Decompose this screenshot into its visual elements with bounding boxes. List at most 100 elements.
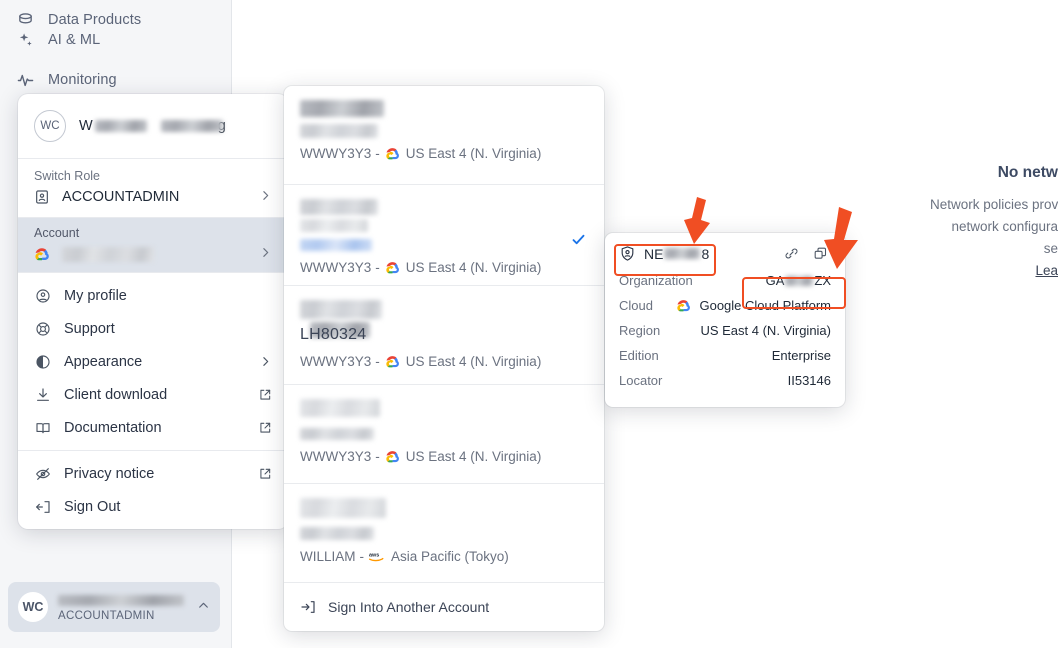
check-icon: [571, 232, 586, 252]
account-region: US East 4 (N. Virginia): [405, 260, 542, 275]
menu-item-label: Appearance: [64, 353, 143, 370]
account-org: WILLIAM: [300, 549, 356, 564]
switch-role-section[interactable]: Switch Role ACCOUNTADMIN: [18, 159, 288, 217]
account-org: WWWY3Y3: [300, 449, 372, 464]
account-meta: WILLIAM - aws Asia Pacific (Tokyo): [300, 549, 588, 564]
sidebar-item-ai-ml[interactable]: AI & ML: [0, 20, 232, 60]
menu-item-appearance[interactable]: Appearance: [18, 345, 288, 378]
sidebar-item-label: AI & ML: [48, 32, 101, 48]
book-icon: [34, 420, 52, 436]
avatar: WC: [18, 592, 48, 622]
menu-item-label: My profile: [64, 287, 127, 304]
separator: -: [359, 549, 365, 564]
separator: -: [375, 354, 380, 369]
empty-state-title: No netw: [997, 164, 1058, 181]
menu-item-documentation[interactable]: Documentation: [18, 411, 288, 444]
org-suffix: ZX: [814, 273, 831, 288]
chevron-right-icon[interactable]: [259, 355, 272, 368]
menu-item-support[interactable]: Support: [18, 312, 288, 345]
chevron-right-icon[interactable]: [259, 189, 272, 205]
account-section[interactable]: Account: [18, 218, 288, 272]
menu-item-label: Documentation: [64, 419, 162, 436]
detail-row-locator: Locator II53146: [619, 368, 831, 393]
account-list-item[interactable]: LH80324 WWWY3Y3 - US East 4 (N. Virginia…: [284, 286, 604, 385]
account-list-item[interactable]: WWWY3Y3 - US East 4 (N. Virginia): [284, 385, 604, 484]
detail-row-organization: Organization GA ZX: [619, 268, 831, 293]
empty-state-body-line2: network configura: [951, 219, 1058, 234]
account-list-item[interactable]: WILLIAM - aws Asia Pacific (Tokyo): [284, 484, 604, 583]
gcp-icon: [676, 299, 692, 313]
id-badge-icon: [34, 189, 52, 205]
chevron-right-icon[interactable]: [259, 246, 272, 262]
main-content-right: No netw Network policies prov network co…: [930, 0, 1058, 648]
sign-out-icon: [34, 499, 52, 515]
switch-role-value: ACCOUNTADMIN: [62, 189, 180, 205]
detail-row-edition: Edition Enterprise: [619, 343, 831, 368]
detail-value-organization: GA ZX: [766, 273, 831, 288]
sign-into-another-account-button[interactable]: Sign Into Another Account: [284, 583, 604, 631]
separator: -: [375, 146, 380, 161]
empty-state-body-line1: Network policies prov: [930, 197, 1058, 212]
empty-state-body: Network policies prov network configura …: [930, 194, 1058, 282]
detail-key: Locator: [619, 373, 663, 388]
external-link-icon[interactable]: [258, 421, 272, 435]
detail-key: Region: [619, 323, 661, 338]
separator: -: [375, 449, 380, 464]
menu-item-label: Sign Out: [64, 498, 121, 515]
eye-off-icon: [34, 466, 52, 482]
detail-row-cloud: Cloud Google Cloud Platform: [619, 293, 831, 318]
org-prefix: GA: [765, 273, 785, 288]
menu-item-label: Client download: [64, 386, 168, 403]
account-meta: WWWY3Y3 - US East 4 (N. Virginia): [300, 260, 588, 275]
gcp-icon: [385, 450, 401, 464]
account-name-redacted: [300, 498, 588, 543]
detail-row-region: Region US East 4 (N. Virginia): [619, 318, 831, 343]
menu-item-sign-out[interactable]: Sign Out: [18, 490, 288, 523]
learn-more-link[interactable]: Lea: [1035, 263, 1058, 278]
account-name-redacted: [300, 100, 588, 140]
account-name-prefix: NE: [644, 245, 664, 262]
detail-key: Edition: [619, 348, 659, 363]
gcp-icon: [385, 147, 401, 161]
account-list-item[interactable]: WWWY3Y3 - US East 4 (N. Virginia): [284, 86, 604, 185]
avatar: WC: [34, 110, 66, 142]
account-detail-popover: NE 8 Organization GA ZX Cloud Google Clo…: [605, 233, 845, 407]
account-name-redacted: [300, 399, 588, 443]
user-full-name: W g: [79, 118, 226, 134]
external-link-icon[interactable]: [258, 388, 272, 402]
menu-item-privacy-notice[interactable]: Privacy notice: [18, 457, 288, 490]
sidebar-user-text: ACCOUNTADMIN: [58, 592, 187, 622]
external-link-icon[interactable]: [258, 467, 272, 481]
account-region: US East 4 (N. Virginia): [405, 354, 542, 369]
menu-item-client-download[interactable]: Client download: [18, 378, 288, 411]
sidebar-user-badge[interactable]: WC ACCOUNTADMIN: [8, 582, 220, 632]
switch-role-label: Switch Role: [34, 169, 100, 183]
account-row[interactable]: [34, 246, 272, 262]
sparkle-icon: [16, 31, 34, 49]
detail-value-text: Google Cloud Platform: [699, 298, 831, 313]
account-meta: WWWY3Y3 - US East 4 (N. Virginia): [300, 146, 588, 161]
user-menu-header: WC W g: [18, 94, 288, 158]
account-list-item[interactable]: WWWY3Y3 - US East 4 (N. Virginia): [284, 185, 604, 286]
empty-state: No netw Network policies prov network co…: [930, 150, 1058, 282]
empty-state-body-line3: se: [1043, 241, 1058, 256]
chevron-up-icon[interactable]: [197, 599, 210, 615]
account-org: WWWY3Y3: [300, 146, 372, 161]
aws-icon: aws: [369, 550, 387, 563]
gcp-icon: [385, 355, 401, 369]
account-meta: WWWY3Y3 - US East 4 (N. Virginia): [300, 449, 588, 464]
sign-into-another-account-label: Sign Into Another Account: [328, 599, 490, 615]
account-org: WWWY3Y3: [300, 260, 372, 275]
switch-role-row[interactable]: ACCOUNTADMIN: [34, 189, 272, 205]
menu-item-my-profile[interactable]: My profile: [18, 279, 288, 312]
sidebar-item-label: Monitoring: [48, 72, 117, 88]
link-icon[interactable]: [781, 246, 802, 261]
download-icon: [34, 387, 52, 403]
gcp-icon: [34, 247, 52, 262]
detail-key: Organization: [619, 273, 693, 288]
app-root: Data Products AI & ML Monitoring WC ACCO…: [0, 0, 1058, 648]
user-name-prefix: W: [79, 118, 93, 134]
menu-item-label: Support: [64, 320, 115, 337]
user-menu-popover: WC W g Switch Role ACCOUNTADMIN: [18, 94, 288, 529]
account-name-redacted: [300, 199, 588, 254]
